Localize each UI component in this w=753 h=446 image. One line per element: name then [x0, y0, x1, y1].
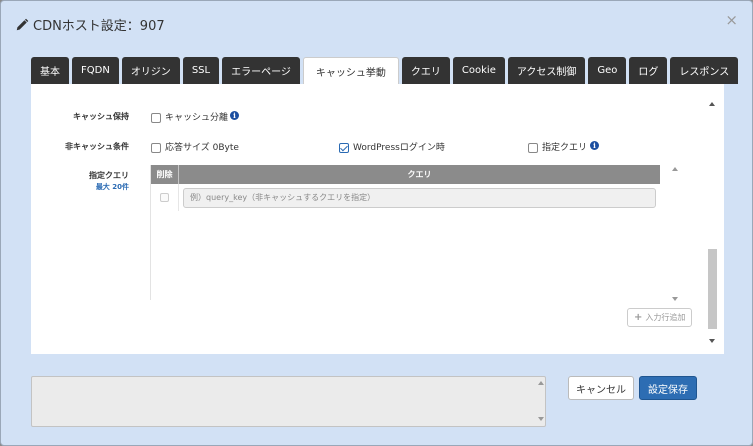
tab-cache-behavior[interactable]: キャッシュ挙動	[302, 57, 399, 85]
wordpress-login-checkbox[interactable]	[339, 143, 349, 153]
settings-tabs: 基本 FQDN オリジン SSL エラーページ キャッシュ挙動 クエリ Cook…	[31, 57, 741, 85]
plus-icon: +	[634, 312, 643, 323]
add-input-row-label: 入力行追加	[645, 313, 686, 322]
cache-split-label: キャッシュ分離	[165, 113, 229, 123]
query-key-input[interactable]: 例）query_key（非キャッシュするクエリを指定）	[183, 187, 656, 208]
note-textarea[interactable]	[31, 376, 546, 427]
table-row: 例）query_key（非キャッシュするクエリを指定）	[151, 184, 660, 211]
zero-byte-label: 応答サイズ 0Byte	[165, 143, 239, 153]
query-table: 削除 クエリ 例）query_key（非キャッシュするクエリを指定）	[150, 165, 660, 300]
cache-split-checkbox[interactable]	[151, 113, 161, 123]
tab-response[interactable]: レスポンス	[670, 57, 739, 84]
cancel-button[interactable]: キャンセル	[568, 376, 634, 400]
scroll-up-icon[interactable]	[538, 381, 544, 385]
tab-origin[interactable]: オリジン	[121, 57, 180, 84]
non-cache-label: 非キャッシュ条件	[65, 142, 129, 151]
info-icon[interactable]: i	[590, 141, 599, 150]
dialog-title: CDNホスト設定：907	[33, 19, 165, 34]
info-icon[interactable]: i	[230, 111, 239, 120]
pencil-icon	[16, 18, 29, 30]
scroll-down-icon[interactable]	[672, 297, 678, 301]
zero-byte-checkbox[interactable]	[151, 143, 161, 153]
save-settings-button[interactable]: 設定保存	[639, 376, 697, 400]
query-table-header: 削除 クエリ	[151, 165, 660, 184]
query-table-scrollbar[interactable]	[670, 164, 681, 304]
panel-scrollbar[interactable]	[707, 99, 718, 343]
dialog-header: CDNホスト設定：907	[15, 15, 165, 34]
cache-behavior-panel: キャッシュ保持 キャッシュ分離 i 非キャッシュ条件 応答サイズ 0Byte W…	[31, 84, 724, 354]
row-delete-checkbox[interactable]	[160, 193, 169, 202]
add-input-row-button[interactable]: + 入力行追加	[627, 308, 693, 327]
tab-basic[interactable]: 基本	[31, 57, 69, 84]
close-icon[interactable]: ×	[725, 13, 738, 28]
specified-query-title: 指定クエリ	[89, 171, 129, 180]
tab-fqdn[interactable]: FQDN	[72, 57, 119, 84]
scroll-down-icon[interactable]	[709, 339, 715, 343]
scroll-up-icon[interactable]	[709, 102, 715, 106]
cdn-host-settings-dialog: CDNホスト設定：907 × 基本 FQDN オリジン SSL エラーページ キ…	[0, 0, 753, 446]
tab-log[interactable]: ログ	[629, 57, 668, 84]
tab-query[interactable]: クエリ	[401, 57, 450, 84]
tab-cookie[interactable]: Cookie	[452, 57, 505, 84]
tab-error-page[interactable]: エラーページ	[222, 57, 300, 84]
scroll-up-icon[interactable]	[672, 167, 678, 171]
delete-column-header: 削除	[151, 165, 179, 184]
max-count-label: 最大 20件	[95, 183, 129, 191]
specified-query-label: 指定クエリ	[542, 143, 588, 153]
cache-hold-label: キャッシュ保持	[73, 112, 129, 121]
query-column-header: クエリ	[407, 170, 432, 179]
tab-geo[interactable]: Geo	[588, 57, 627, 84]
scroll-down-icon[interactable]	[538, 417, 544, 421]
tab-access-control[interactable]: アクセス制御	[507, 57, 586, 84]
wordpress-login-label: WordPressログイン時	[353, 143, 445, 153]
specified-query-checkbox[interactable]	[528, 143, 538, 153]
scrollbar-thumb[interactable]	[708, 249, 717, 329]
tab-ssl[interactable]: SSL	[182, 57, 220, 84]
